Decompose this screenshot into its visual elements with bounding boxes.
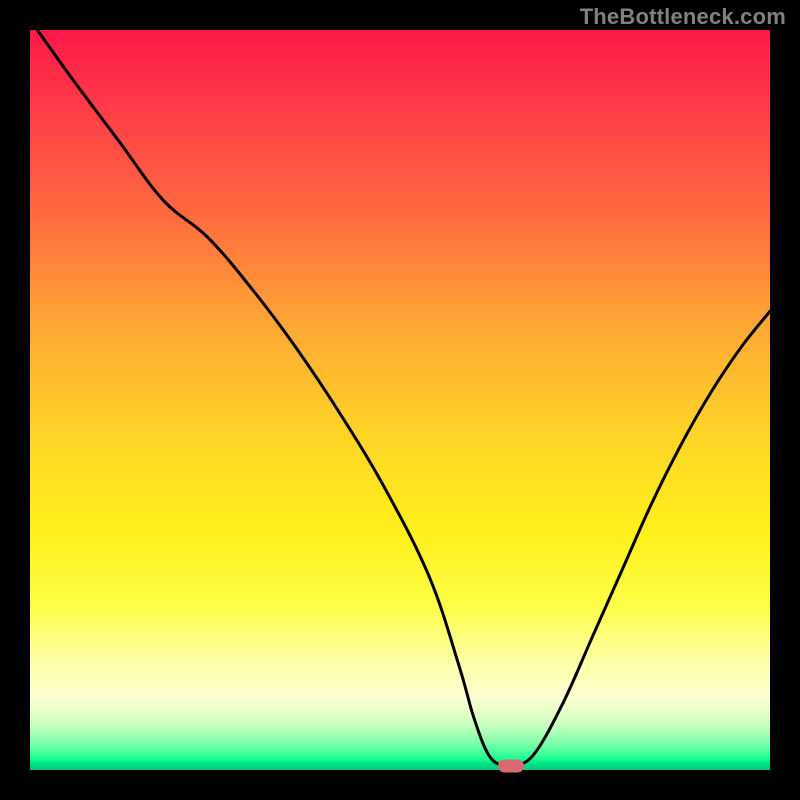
- bottleneck-curve: [37, 30, 770, 768]
- optimal-marker: [498, 760, 524, 773]
- watermark-text: TheBottleneck.com: [580, 4, 786, 30]
- chart-container: TheBottleneck.com: [0, 0, 800, 800]
- curve-svg: [30, 30, 770, 770]
- plot-area: [30, 30, 770, 770]
